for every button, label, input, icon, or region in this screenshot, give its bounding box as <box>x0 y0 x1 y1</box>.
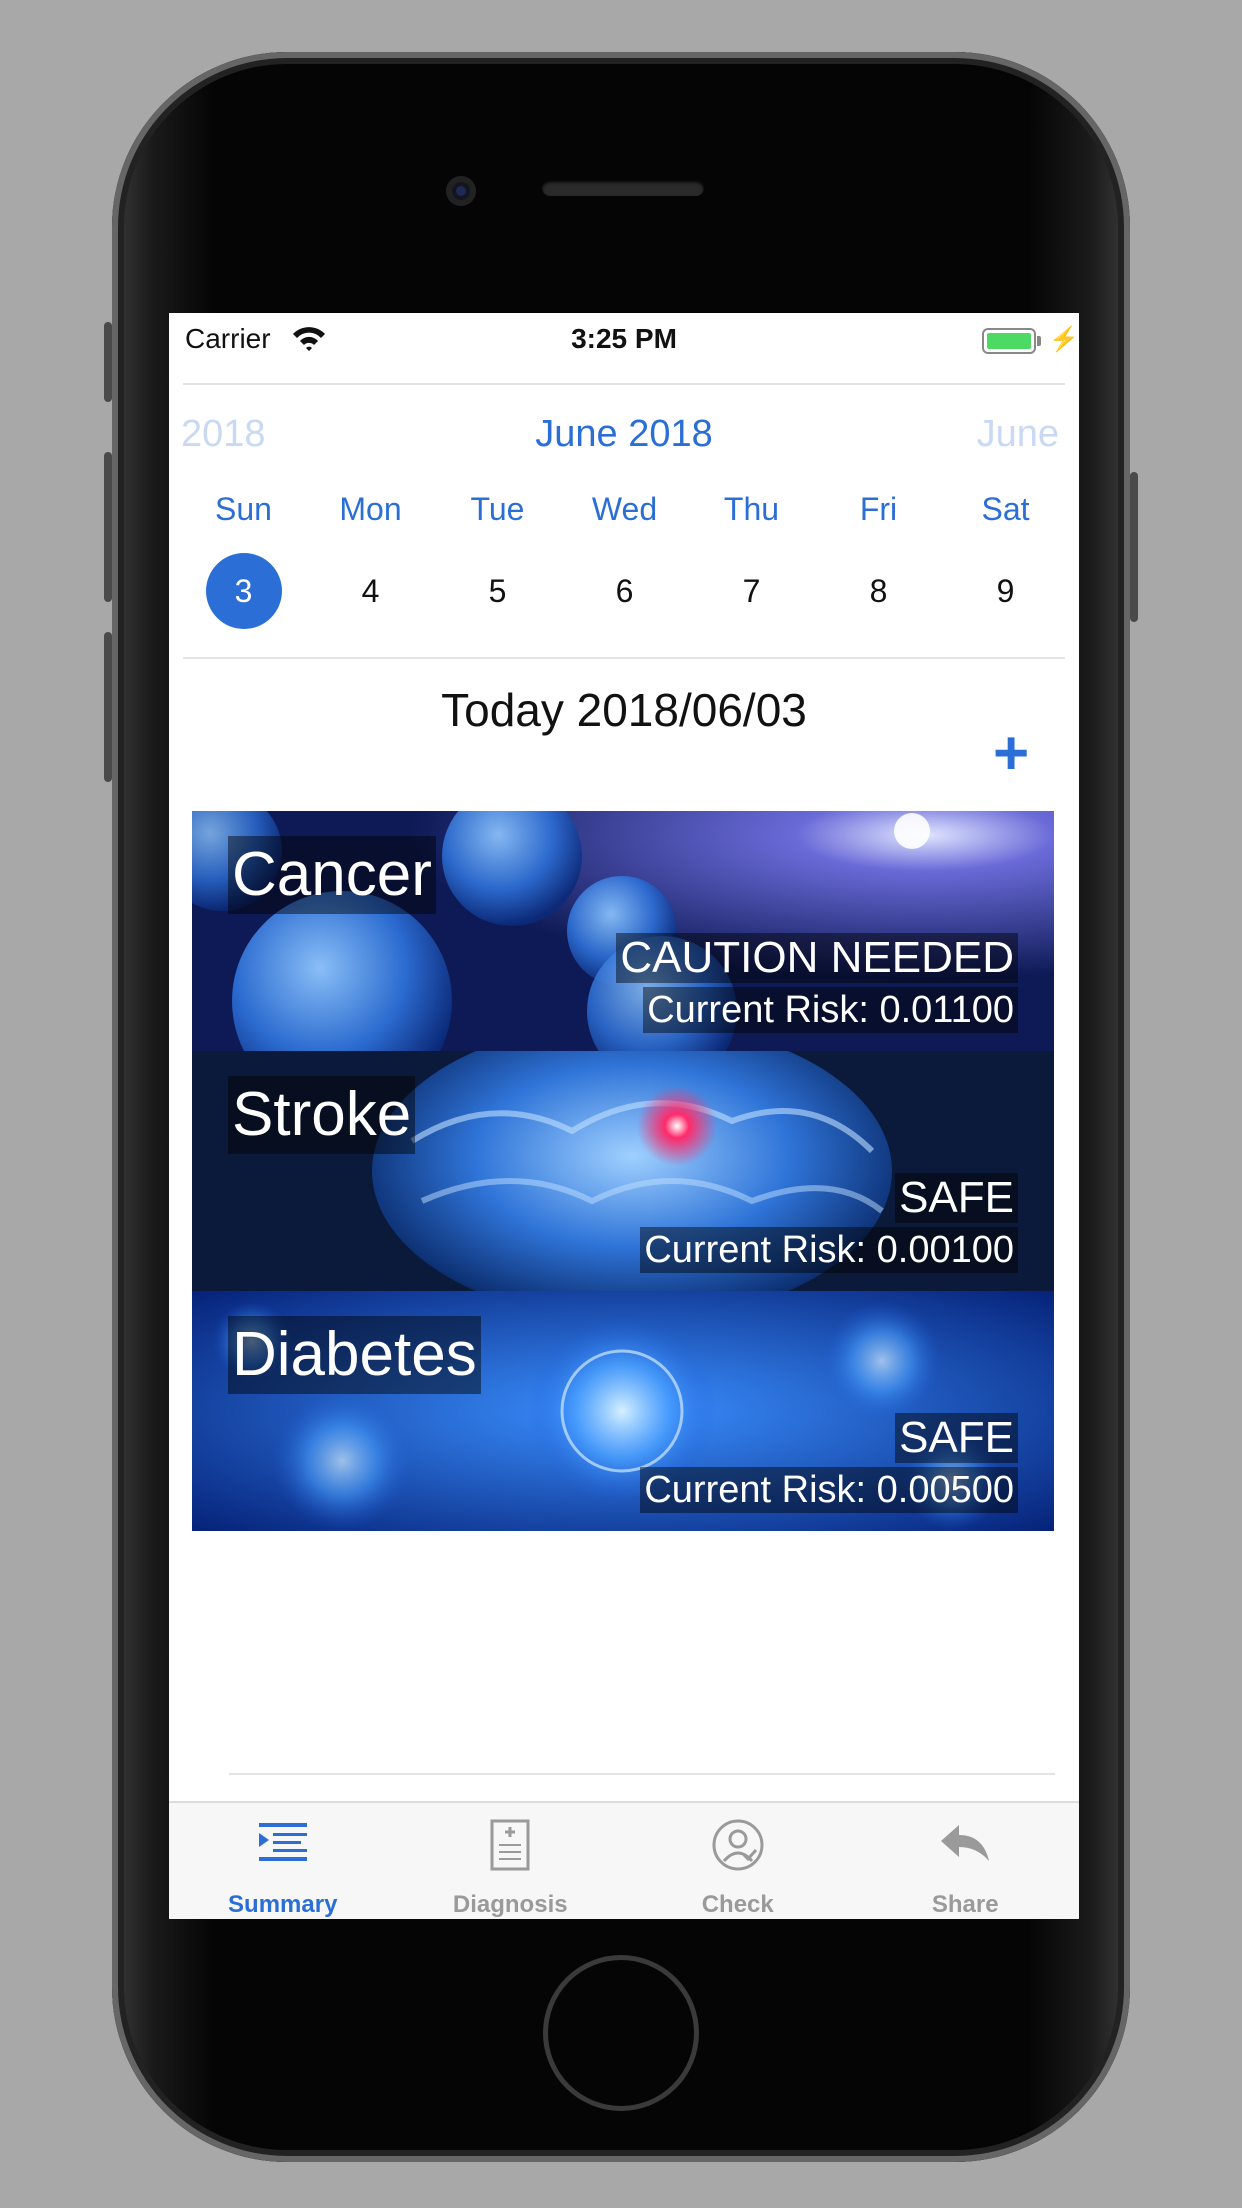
card-title: Diabetes <box>228 1316 481 1394</box>
tab-check[interactable]: Check <box>624 1803 852 1919</box>
mute-switch <box>104 322 112 402</box>
weekday-row: Sun Mon Tue Wed Thu Fri Sat <box>169 491 1079 528</box>
selected-day-number: 3 <box>205 553 282 629</box>
tab-label: Summary <box>228 1891 338 1918</box>
weekday-label: Mon <box>339 491 402 527</box>
day-cell-selected[interactable]: 3 <box>180 553 307 629</box>
day-row: 3 4 5 6 7 8 9 <box>169 553 1079 629</box>
front-camera <box>446 176 476 206</box>
tab-label: Diagnosis <box>452 1891 568 1918</box>
card-status: SAFE <box>895 1173 1018 1223</box>
weekday-label: Sun <box>215 491 272 527</box>
day-cell[interactable]: 9 <box>942 553 1069 629</box>
reply-arrow-icon <box>941 1825 990 1861</box>
day-cell[interactable]: 5 <box>434 553 561 629</box>
card-title: Stroke <box>228 1076 416 1154</box>
card-risk: Current Risk: 0.00500 <box>640 1467 1018 1513</box>
card-title: Cancer <box>228 836 436 914</box>
risk-card-stroke[interactable]: Stroke SAFE Current Risk: 0.00100 <box>192 1051 1054 1291</box>
home-button[interactable] <box>543 1955 699 2111</box>
tab-label: Share <box>931 1891 999 1918</box>
risk-card-cancer[interactable]: Cancer CAUTION NEEDED Current Risk: 0.01… <box>192 811 1054 1051</box>
risk-card-list: Cancer CAUTION NEEDED Current Risk: 0.01… <box>192 811 1054 1531</box>
card-risk: Current Risk: 0.00100 <box>640 1227 1018 1273</box>
day-cell[interactable]: 7 <box>688 553 815 629</box>
app-screen: Carrier 3:25 PM ⚡ 2018 June 2018 June Su… <box>169 313 1079 1919</box>
list-bottom-divider <box>229 1773 1055 1775</box>
status-bar: Carrier 3:25 PM ⚡ <box>169 313 1079 375</box>
add-button[interactable]: + <box>993 723 1029 785</box>
weekday-label: Fri <box>859 491 898 527</box>
calendar-divider <box>183 657 1065 659</box>
tab-share[interactable]: Share <box>852 1803 1080 1919</box>
tab-bar: Summary Diagnosis Check Share <box>169 1801 1079 1919</box>
weekday-label: Tue <box>470 491 525 527</box>
risk-card-diabetes[interactable]: Diabetes SAFE Current Risk: 0.00500 <box>192 1291 1054 1531</box>
earpiece-speaker <box>542 180 704 196</box>
current-month-label: June 2018 <box>535 413 713 455</box>
day-cell[interactable]: 4 <box>307 553 434 629</box>
person-check-icon <box>712 1819 764 1871</box>
summary-list-icon <box>258 1823 307 1861</box>
weekday-label: Sat <box>981 491 1030 527</box>
clock: 3:25 PM <box>571 323 677 354</box>
day-cell[interactable]: 6 <box>561 553 688 629</box>
next-month-label[interactable]: June <box>977 413 1059 456</box>
header-divider <box>183 383 1065 385</box>
card-status: CAUTION NEEDED <box>616 933 1018 983</box>
power-button <box>1130 472 1138 622</box>
volume-down-button <box>104 632 112 782</box>
tab-diagnosis[interactable]: Diagnosis <box>397 1803 625 1919</box>
today-date-label: Today 2018/06/03 <box>441 684 807 736</box>
charging-bolt-icon: ⚡ <box>1049 326 1079 353</box>
card-status: SAFE <box>895 1413 1018 1463</box>
battery-icon <box>982 328 1036 354</box>
tab-summary[interactable]: Summary <box>169 1803 397 1919</box>
day-cell[interactable]: 8 <box>815 553 942 629</box>
card-risk: Current Risk: 0.01100 <box>643 987 1018 1033</box>
tab-label: Check <box>701 1891 774 1918</box>
clipboard-icon <box>490 1819 530 1871</box>
weekday-label: Thu <box>723 491 780 527</box>
battery-tip <box>1037 336 1041 346</box>
weekday-label: Wed <box>591 491 658 527</box>
volume-up-button <box>104 452 112 602</box>
